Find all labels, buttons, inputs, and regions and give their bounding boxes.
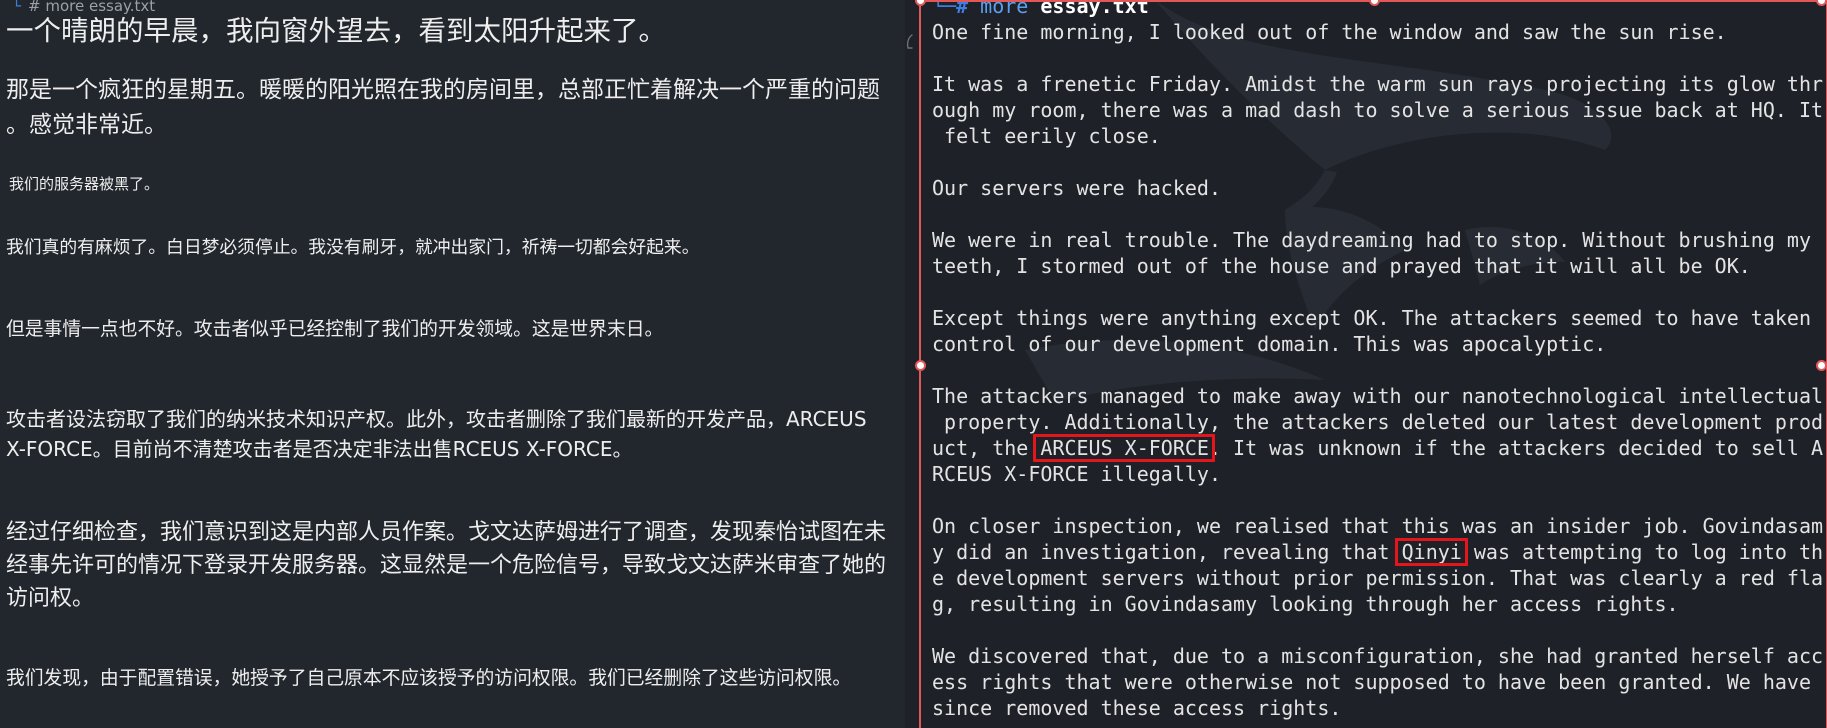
paragraph: 我们的服务器被黑了。 bbox=[9, 174, 159, 194]
terminal-line: On closer inspection, we realised that t… bbox=[932, 513, 1823, 539]
terminal-text: y did an investigation, revealing that bbox=[932, 540, 1402, 564]
terminal-text: . It was unknown if the attackers decide… bbox=[1208, 436, 1824, 460]
paragraph-line: 攻击者设法窃取了我们的纳米技术知识产权。此外，攻击者删除了我们最新的开发产品，A… bbox=[6, 407, 867, 431]
terminal-line: ough my room, there was a mad dash to so… bbox=[932, 97, 1823, 123]
terminal-text: We discovered that, due to a misconfigur… bbox=[932, 644, 1824, 668]
terminal-text: e development servers without prior perm… bbox=[932, 566, 1824, 590]
paragraph-line: 经事先许可的情况下登录开发服务器。这显然是一个危险信号，导致戈文达萨米审查了她的 bbox=[6, 553, 887, 579]
terminal-text: It was a frenetic Friday. Amidst the war… bbox=[932, 72, 1824, 96]
terminal-line: One fine morning, I looked out of the wi… bbox=[932, 19, 1823, 45]
terminal-line: The attackers managed to make away with … bbox=[932, 383, 1823, 409]
paragraph: 那是一个疯狂的星期五。暖暖的阳光照在我的房间里，总部正忙着解决一个严重的问题 。… bbox=[6, 73, 880, 143]
terminal-line: We were in real trouble. The daydreaming… bbox=[932, 227, 1823, 253]
terminal-line: We discovered that, due to a misconfigur… bbox=[932, 643, 1823, 669]
terminal-line: Our servers were hacked. bbox=[932, 175, 1823, 201]
terminal-text: control of our development domain. This … bbox=[932, 332, 1607, 356]
terminal-line: control of our development domain. This … bbox=[932, 331, 1823, 357]
paragraph-line: 访问权。 bbox=[6, 586, 95, 612]
translated-document-pane[interactable]: └ # more essay.txt 一个晴朗的早晨，我向窗外望去，看到太阳升起来… bbox=[0, 0, 905, 728]
terminal-text: Our servers were hacked. bbox=[932, 176, 1221, 200]
terminal-text: g, resulting in Govindasamy looking thro… bbox=[932, 592, 1679, 616]
terminal-line: felt eerily close. bbox=[932, 123, 1823, 149]
prompt-symbol: # bbox=[956, 0, 969, 18]
paragraph-line: X-FORCE。目前尚不清楚攻击者是否决定非法出售RCEUS X-FORCE。 bbox=[6, 437, 633, 462]
selection-handle[interactable] bbox=[1816, 359, 1827, 371]
command-text: # more essay.txt bbox=[28, 0, 156, 15]
terminal-text: Except things were anything except OK. T… bbox=[932, 306, 1811, 330]
terminal-text: RCEUS X-FORCE illegally. bbox=[932, 462, 1221, 486]
paragraph-line: 但是事情一点也不好。攻击者似乎已经控制了我们的开发领域。这是世界末日。 bbox=[6, 319, 664, 340]
selection-handle[interactable] bbox=[914, 359, 926, 371]
paragraph: 经过仔细检查，我们意识到这是内部人员作案。戈文达萨姆进行了调查，发现秦怡试图在未… bbox=[6, 516, 886, 616]
terminal-line: property. Additionally, the attackers de… bbox=[932, 409, 1823, 435]
paragraph-line: 经过仔细检查，我们意识到这是内部人员作案。戈文达萨姆进行了调查，发现秦怡试图在未 bbox=[6, 520, 887, 545]
terminal-line: since removed these access rights. bbox=[932, 695, 1823, 721]
prompt-command: more bbox=[980, 0, 1029, 18]
terminal-text: One fine morning, I looked out of the wi… bbox=[932, 20, 1727, 44]
terminal-text: teeth, I stormed out of the house and pr… bbox=[932, 254, 1751, 278]
terminal-text: felt eerily close. bbox=[932, 124, 1161, 148]
splitter-grip-icon[interactable] bbox=[904, 34, 914, 50]
terminal-line: g, resulting in Govindasamy looking thro… bbox=[932, 591, 1823, 617]
selection-handle[interactable] bbox=[914, 0, 926, 6]
screen: └ # more essay.txt 一个晴朗的早晨，我向窗外望去，看到太阳升起来… bbox=[0, 0, 1827, 728]
terminal-line: ess rights that were otherwise not suppo… bbox=[932, 669, 1823, 695]
terminal-pane[interactable]: └─# more essay.txt One fine morning, I loo… bbox=[905, 0, 1827, 728]
red-box-highlight: ARCEUS X-FORCE bbox=[1040, 436, 1209, 460]
prompt-corner: └ bbox=[12, 0, 22, 15]
paragraph-line: 。感觉非常近。 bbox=[6, 112, 167, 138]
paragraph-line: 我们发现，由于配置错误，她授予了自己原本不应该授予的访问权限。我们已经删除了这些… bbox=[6, 668, 852, 689]
paragraph-line: 那是一个疯狂的星期五。暖暖的阳光照在我的房间里，总部正忙着解决一个严重的问题 bbox=[6, 77, 880, 103]
left-command-echo: └ # more essay.txt bbox=[12, 0, 155, 15]
terminal-text: since removed these access rights. bbox=[932, 696, 1342, 720]
paragraph: 一个晴朗的早晨，我向窗外望去，看到太阳升起来了。 bbox=[6, 15, 666, 48]
terminal-text: ess rights that were otherwise not suppo… bbox=[932, 670, 1811, 694]
paragraph-line: 一个晴朗的早晨，我向窗外望去，看到太阳升起来了。 bbox=[6, 15, 666, 47]
terminal-line: It was a frenetic Friday. Amidst the war… bbox=[932, 71, 1823, 97]
terminal-lines: One fine morning, I looked out of the wi… bbox=[932, 19, 1823, 721]
paragraph: 但是事情一点也不好。攻击者似乎已经控制了我们的开发领域。这是世界末日。 bbox=[6, 318, 663, 342]
prompt-corner: └─ bbox=[932, 0, 957, 18]
terminal-text: property. Additionally, the attackers de… bbox=[932, 410, 1824, 434]
terminal-text: was attempting to log into th bbox=[1461, 540, 1824, 564]
terminal-text: uct, the bbox=[932, 436, 1041, 460]
terminal-line: uct, the ARCEUS X-FORCE. It was unknown … bbox=[932, 435, 1823, 461]
red-box-highlight: Qinyi bbox=[1401, 540, 1462, 564]
terminal-text: On closer inspection, we realised that t… bbox=[932, 514, 1824, 538]
terminal-line: y did an investigation, revealing that Q… bbox=[932, 539, 1823, 565]
terminal-line: RCEUS X-FORCE illegally. bbox=[932, 461, 1823, 487]
terminal-line: Except things were anything except OK. T… bbox=[932, 305, 1823, 331]
paragraph-line: 我们的服务器被黑了。 bbox=[9, 175, 160, 193]
paragraph-line: 我们真的有麻烦了。白日梦必须停止。我没有刷牙，就冲出家门，祈祷一切都会好起来。 bbox=[6, 237, 700, 258]
terminal-text: ough my room, there was a mad dash to so… bbox=[932, 98, 1824, 122]
terminal-output: └─# more essay.txt One fine morning, I loo… bbox=[932, 0, 1823, 721]
paragraph: 我们发现，由于配置错误，她授予了自己原本不应该授予的访问权限。我们已经删除了这些… bbox=[6, 667, 851, 691]
terminal-line: teeth, I stormed out of the house and pr… bbox=[932, 253, 1823, 279]
prompt-argument: essay.txt bbox=[1040, 0, 1149, 18]
paragraph: 攻击者设法窃取了我们的纳米技术知识产权。此外，攻击者删除了我们最新的开发产品，A… bbox=[6, 404, 867, 465]
terminal-text: The attackers managed to make away with … bbox=[932, 384, 1824, 408]
paragraph: 我们真的有麻烦了。白日梦必须停止。我没有刷牙，就冲出家门，祈祷一切都会好起来。 bbox=[6, 237, 699, 259]
terminal-line: e development servers without prior perm… bbox=[932, 565, 1823, 591]
terminal-text: We were in real trouble. The daydreaming… bbox=[932, 228, 1811, 252]
